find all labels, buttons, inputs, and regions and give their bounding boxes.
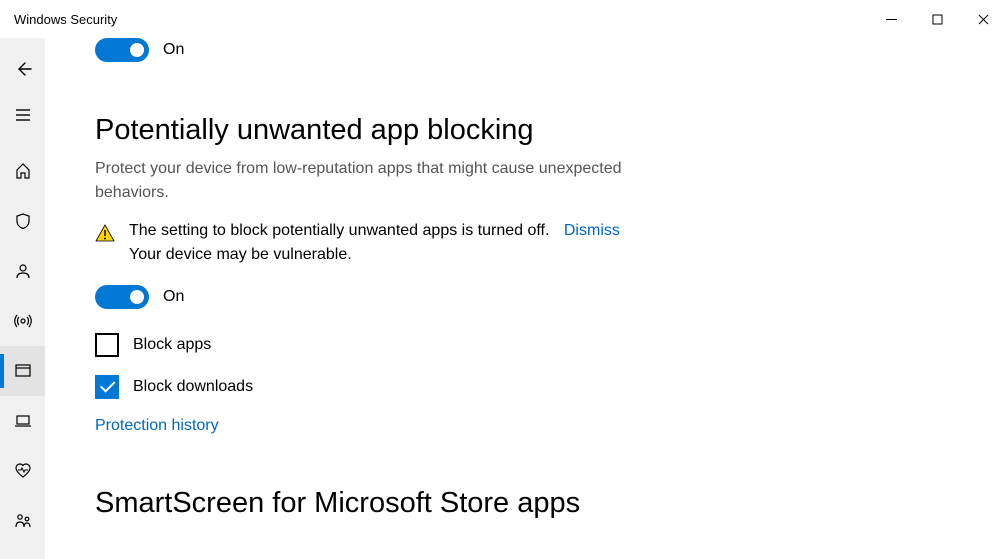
window-title: Windows Security — [14, 12, 117, 27]
arrow-left-icon — [14, 60, 32, 78]
titlebar: Windows Security — [0, 0, 1006, 38]
pua-toggle-row: On — [95, 285, 976, 309]
pua-toggle-label: On — [163, 288, 184, 306]
main-content: On Potentially unwanted app blocking Pro… — [45, 38, 1006, 559]
user-icon — [14, 262, 32, 280]
protection-history-link[interactable]: Protection history — [95, 417, 219, 435]
top-toggle-switch[interactable] — [95, 38, 149, 62]
sidebar-item-account[interactable] — [0, 246, 45, 296]
family-icon — [14, 512, 32, 530]
window-controls — [868, 0, 1006, 38]
pua-heading: Potentially unwanted app blocking — [95, 114, 976, 147]
top-toggle-label: On — [163, 41, 184, 59]
top-toggle-row: On — [95, 38, 976, 62]
minimize-icon — [886, 14, 897, 25]
home-icon — [14, 162, 32, 180]
pua-warning-text-block: The setting to block potentially unwante… — [129, 219, 620, 267]
sidebar-item-device-security[interactable] — [0, 396, 45, 446]
sidebar-item-home[interactable] — [0, 146, 45, 196]
block-downloads-checkbox[interactable] — [95, 375, 119, 399]
pua-section: Potentially unwanted app blocking Protec… — [95, 114, 976, 435]
close-button[interactable] — [960, 0, 1006, 38]
pua-warning-line2: Your device may be vulnerable. — [129, 243, 620, 267]
maximize-icon — [932, 14, 943, 25]
block-downloads-row: Block downloads — [95, 375, 976, 399]
hamburger-icon — [14, 106, 32, 124]
body-area: On Potentially unwanted app blocking Pro… — [0, 38, 1006, 559]
network-icon — [14, 312, 32, 330]
pua-description: Protect your device from low-reputation … — [95, 157, 655, 205]
maximize-button[interactable] — [914, 0, 960, 38]
smartscreen-section: SmartScreen for Microsoft Store apps — [95, 487, 976, 520]
hamburger-button[interactable] — [0, 90, 45, 140]
back-button[interactable] — [0, 48, 45, 90]
sidebar-item-app-browser[interactable] — [0, 346, 45, 396]
warning-icon — [95, 223, 115, 243]
sidebar-item-device-performance[interactable] — [0, 446, 45, 496]
sidebar-item-virus[interactable] — [0, 196, 45, 246]
block-downloads-label: Block downloads — [133, 378, 253, 396]
app-browser-icon — [14, 362, 32, 380]
laptop-icon — [14, 412, 32, 430]
block-apps-row: Block apps — [95, 333, 976, 357]
sidebar-item-firewall[interactable] — [0, 296, 45, 346]
pua-warning-line1: The setting to block potentially unwante… — [129, 222, 549, 239]
shield-icon — [14, 212, 32, 230]
sidebar-item-family[interactable] — [0, 496, 45, 546]
heart-icon — [14, 462, 32, 480]
block-apps-label: Block apps — [133, 336, 211, 354]
pua-warning-line1-row: The setting to block potentially unwante… — [129, 219, 620, 243]
sidebar — [0, 38, 45, 559]
minimize-button[interactable] — [868, 0, 914, 38]
block-apps-checkbox[interactable] — [95, 333, 119, 357]
dismiss-link[interactable]: Dismiss — [564, 222, 620, 239]
smartscreen-heading: SmartScreen for Microsoft Store apps — [95, 487, 976, 520]
close-icon — [978, 14, 989, 25]
pua-toggle-switch[interactable] — [95, 285, 149, 309]
pua-warning-row: The setting to block potentially unwante… — [95, 219, 976, 267]
